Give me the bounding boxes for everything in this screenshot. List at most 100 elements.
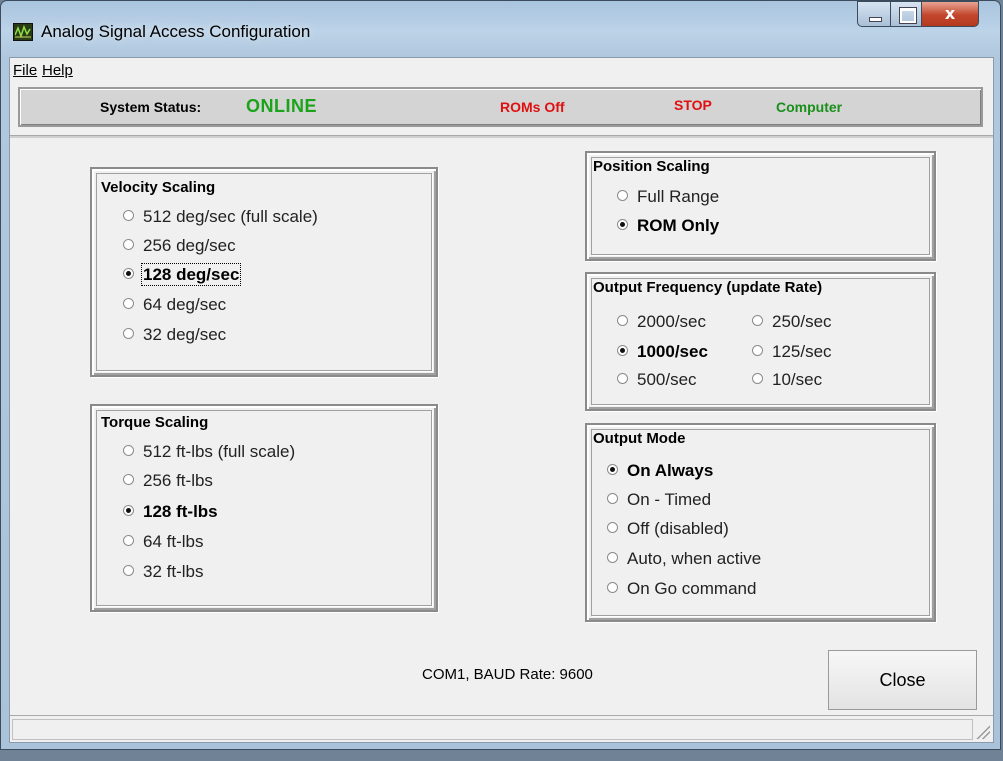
velocity-option[interactable]: 64 deg/sec bbox=[123, 295, 226, 315]
radio-icon bbox=[123, 565, 134, 577]
menu-bar: File Help bbox=[10, 58, 993, 82]
status-bar bbox=[10, 715, 993, 742]
system-status-panel: System Status: ONLINE ROMs Off STOP Comp… bbox=[18, 87, 983, 127]
minimize-icon bbox=[869, 17, 882, 22]
mode-option[interactable]: On Always bbox=[607, 461, 713, 481]
radio-icon bbox=[607, 582, 618, 594]
radio-icon bbox=[123, 328, 134, 340]
frequency-option[interactable]: 2000/sec bbox=[617, 312, 706, 332]
frequency-option[interactable]: 125/sec bbox=[752, 342, 832, 362]
minimize-button[interactable] bbox=[857, 1, 891, 27]
frequency-option[interactable]: 500/sec bbox=[617, 370, 697, 390]
radio-icon bbox=[123, 268, 134, 280]
velocity-option[interactable]: 256 deg/sec bbox=[123, 236, 236, 256]
torque-option[interactable]: 64 ft-lbs bbox=[123, 532, 203, 552]
divider bbox=[10, 135, 993, 138]
mode-option-label: Auto, when active bbox=[627, 549, 762, 568]
radio-icon bbox=[617, 315, 628, 327]
velocity-option[interactable]: 512 deg/sec (full scale) bbox=[123, 207, 318, 227]
mode-option[interactable]: Off (disabled) bbox=[607, 519, 729, 539]
system-status-value: ONLINE bbox=[246, 96, 318, 116]
frequency-option-label: 1000/sec bbox=[637, 342, 708, 361]
roms-indicator: ROMs Off bbox=[500, 99, 565, 115]
output-frequency-title: Output Frequency (update Rate) bbox=[593, 279, 823, 296]
velocity-option-label: 64 deg/sec bbox=[143, 295, 227, 314]
maximize-button[interactable] bbox=[890, 1, 922, 27]
output-mode-title: Output Mode bbox=[593, 430, 686, 447]
radio-icon bbox=[123, 239, 134, 251]
client-area: File Help System Status: ONLINE ROMs Off… bbox=[9, 57, 994, 743]
mode-option[interactable]: Auto, when active bbox=[607, 549, 761, 569]
close-window-button[interactable]: x bbox=[921, 1, 979, 27]
mode-option-label: On Go command bbox=[627, 579, 757, 598]
velocity-option[interactable]: 32 deg/sec bbox=[123, 325, 226, 345]
frequency-option-label: 125/sec bbox=[772, 342, 832, 361]
title-bar[interactable]: Analog Signal Access Configuration x bbox=[1, 1, 1000, 57]
radio-icon bbox=[123, 210, 134, 222]
radio-icon bbox=[607, 464, 618, 476]
mode-option-label: Off (disabled) bbox=[627, 519, 729, 538]
output-frequency-group: Output Frequency (update Rate) 2000/sec … bbox=[585, 272, 936, 411]
menu-file-label: File bbox=[13, 62, 38, 79]
close-icon: x bbox=[944, 4, 956, 23]
resize-grip-icon[interactable] bbox=[976, 725, 990, 739]
application-window: Analog Signal Access Configuration x Fil… bbox=[0, 0, 1001, 750]
mode-option-label: On - Timed bbox=[627, 490, 712, 509]
control-source-indicator: Computer bbox=[776, 99, 843, 115]
radio-icon bbox=[617, 345, 628, 357]
position-option[interactable]: Full Range bbox=[617, 187, 719, 207]
position-option[interactable]: ROM Only bbox=[617, 216, 719, 236]
velocity-option-label: 128 deg/sec bbox=[140, 263, 242, 286]
torque-option[interactable]: 256 ft-lbs bbox=[123, 471, 213, 491]
radio-icon bbox=[123, 535, 134, 547]
torque-scaling-title: Torque Scaling bbox=[101, 414, 209, 431]
system-status-label: System Status: bbox=[100, 99, 202, 115]
torque-option-label: 512 ft-lbs (full scale) bbox=[143, 442, 296, 461]
radio-icon bbox=[123, 298, 134, 310]
app-icon bbox=[13, 23, 33, 41]
radio-icon bbox=[123, 474, 134, 486]
position-option-label: Full Range bbox=[637, 187, 720, 206]
torque-option-label: 64 ft-lbs bbox=[143, 532, 204, 551]
radio-icon bbox=[617, 219, 628, 231]
mode-option[interactable]: On Go command bbox=[607, 579, 756, 599]
velocity-option-label: 32 deg/sec bbox=[143, 325, 227, 344]
frequency-option-label: 500/sec bbox=[637, 370, 697, 389]
velocity-scaling-title: Velocity Scaling bbox=[101, 179, 216, 196]
radio-icon bbox=[607, 522, 618, 534]
frequency-option[interactable]: 10/sec bbox=[752, 370, 822, 390]
radio-icon bbox=[123, 445, 134, 457]
maximize-icon bbox=[899, 7, 917, 24]
radio-icon bbox=[617, 190, 628, 202]
velocity-option-label: 256 deg/sec bbox=[143, 236, 236, 255]
position-scaling-group: Position Scaling Full Range ROM Only bbox=[585, 151, 936, 261]
mode-option-label: On Always bbox=[627, 461, 714, 480]
menu-file[interactable]: File bbox=[13, 62, 37, 79]
menu-help[interactable]: Help bbox=[42, 62, 73, 79]
radio-icon bbox=[752, 345, 763, 357]
radio-icon bbox=[617, 373, 628, 385]
frequency-option[interactable]: 1000/sec bbox=[617, 342, 708, 362]
output-mode-group: Output Mode On Always On - Timed Off (di… bbox=[585, 423, 936, 622]
run-state-indicator: STOP bbox=[674, 97, 712, 113]
frequency-option-label: 250/sec bbox=[772, 312, 832, 331]
velocity-option-label: 512 deg/sec (full scale) bbox=[143, 207, 318, 226]
status-bar-pane bbox=[12, 719, 973, 740]
position-scaling-title: Position Scaling bbox=[593, 158, 710, 175]
velocity-option[interactable]: 128 deg/sec bbox=[123, 263, 242, 286]
torque-option[interactable]: 128 ft-lbs bbox=[123, 502, 218, 522]
frequency-option[interactable]: 250/sec bbox=[752, 312, 832, 332]
mode-option[interactable]: On - Timed bbox=[607, 490, 711, 510]
position-option-label: ROM Only bbox=[637, 216, 720, 235]
radio-icon bbox=[607, 493, 618, 505]
radio-icon bbox=[607, 552, 618, 564]
torque-scaling-group: Torque Scaling 512 ft-lbs (full scale) 2… bbox=[90, 404, 438, 612]
torque-option[interactable]: 512 ft-lbs (full scale) bbox=[123, 442, 295, 462]
radio-icon bbox=[123, 505, 134, 517]
radio-icon bbox=[752, 373, 763, 385]
frequency-option-label: 2000/sec bbox=[637, 312, 706, 331]
velocity-scaling-group: Velocity Scaling 512 deg/sec (full scale… bbox=[90, 167, 438, 377]
close-button[interactable]: Close bbox=[828, 650, 977, 710]
radio-icon bbox=[752, 315, 763, 327]
torque-option[interactable]: 32 ft-lbs bbox=[123, 562, 203, 582]
